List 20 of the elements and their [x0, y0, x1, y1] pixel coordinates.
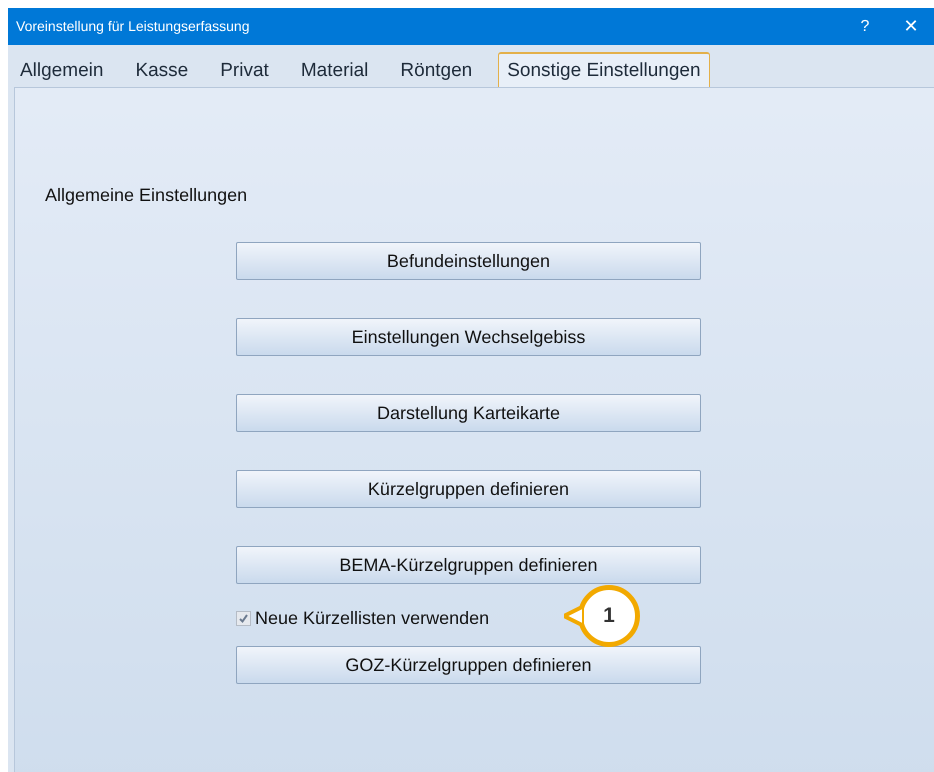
tab[interactable]: Kasse	[129, 55, 194, 87]
tab[interactable]: Material	[294, 55, 374, 87]
callout-number: 1	[578, 585, 640, 647]
settings-button[interactable]: Befundeinstellungen	[236, 242, 701, 280]
callout-pointer-icon	[564, 604, 584, 628]
settings-button[interactable]: Einstellungen Wechselgebiss	[236, 318, 701, 356]
tab[interactable]: Allgemein	[14, 55, 110, 87]
help-button[interactable]: ?	[842, 8, 888, 45]
section-title: Allgemeine Einstellungen	[45, 184, 248, 207]
close-button[interactable]: ✕	[888, 8, 934, 45]
tab[interactable]: Sonstige Einstellungen	[498, 52, 710, 88]
settings-button[interactable]: GOZ-Kürzelgruppen definieren	[236, 646, 701, 684]
settings-button[interactable]: Darstellung Karteikarte	[236, 394, 701, 432]
tab[interactable]: Röntgen	[394, 55, 478, 87]
window-title: Voreinstellung für Leistungserfassung	[16, 17, 250, 36]
checkbox-label: Neue Kürzellisten verwenden	[255, 606, 490, 630]
tab[interactable]: Privat	[214, 55, 275, 87]
settings-button[interactable]: BEMA-Kürzelgruppen definieren	[236, 546, 701, 584]
checkmark-icon	[238, 612, 249, 624]
settings-button[interactable]: Kürzelgruppen definieren	[236, 470, 701, 508]
